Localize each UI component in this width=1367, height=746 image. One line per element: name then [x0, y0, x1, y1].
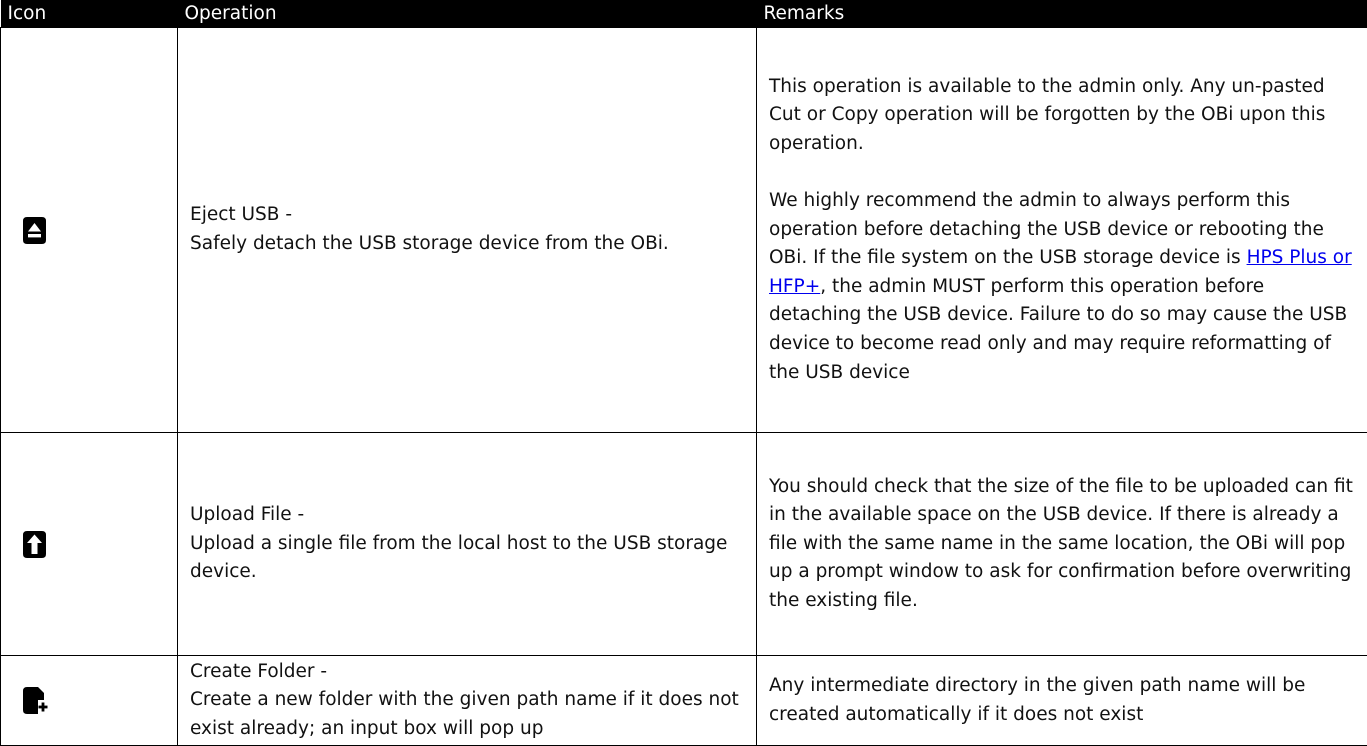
- operation-cell: Upload File - Upload a single file from …: [178, 433, 757, 656]
- remarks-cell: This operation is available to the admin…: [757, 28, 1367, 433]
- header-remarks: Remarks: [757, 0, 1367, 28]
- upload-icon[interactable]: [23, 531, 46, 558]
- icon-cell: [1, 28, 178, 433]
- remark-paragraph: We highly recommend the admin to always …: [769, 187, 1361, 387]
- operation-cell: Eject USB - Safely detach the USB storag…: [178, 28, 757, 433]
- table-row-upload: Upload File - Upload a single file from …: [1, 433, 1367, 656]
- operation-description: Safely detach the USB storage device fro…: [190, 230, 756, 259]
- remark-paragraph: Any intermediate directory in the given …: [769, 672, 1361, 729]
- table-row-eject: Eject USB - Safely detach the USB storag…: [1, 28, 1367, 433]
- header-icon: Icon: [1, 0, 178, 28]
- remark-paragraph: You should check that the size of the fi…: [769, 473, 1361, 616]
- icon-cell: [1, 433, 178, 656]
- operation-cell: Create Folder - Create a new folder with…: [178, 656, 757, 746]
- operation-title: Upload File -: [190, 501, 756, 530]
- icon-cell: [1, 656, 178, 746]
- operation-description: Create a new folder with the given path …: [190, 686, 756, 743]
- operation-title: Create Folder -: [190, 658, 756, 687]
- table-row-create-folder: Create Folder - Create a new folder with…: [1, 656, 1367, 746]
- operations-table: Icon Operation Remarks Eject USB - Safel…: [0, 0, 1367, 746]
- eject-icon[interactable]: [23, 217, 46, 244]
- paragraph-gap: [769, 159, 1361, 188]
- remark-text: , the admin MUST perform this operation …: [769, 276, 1347, 383]
- remarks-cell: Any intermediate directory in the given …: [757, 656, 1367, 746]
- remark-text: We highly recommend the admin to always …: [769, 190, 1324, 268]
- create-folder-icon[interactable]: [23, 687, 48, 714]
- remark-paragraph: This operation is available to the admin…: [769, 73, 1361, 159]
- operation-title: Eject USB -: [190, 201, 756, 230]
- remarks-cell: You should check that the size of the fi…: [757, 433, 1367, 656]
- header-operation: Operation: [178, 0, 757, 28]
- table-header-row: Icon Operation Remarks: [1, 0, 1367, 28]
- operation-description: Upload a single file from the local host…: [190, 530, 756, 587]
